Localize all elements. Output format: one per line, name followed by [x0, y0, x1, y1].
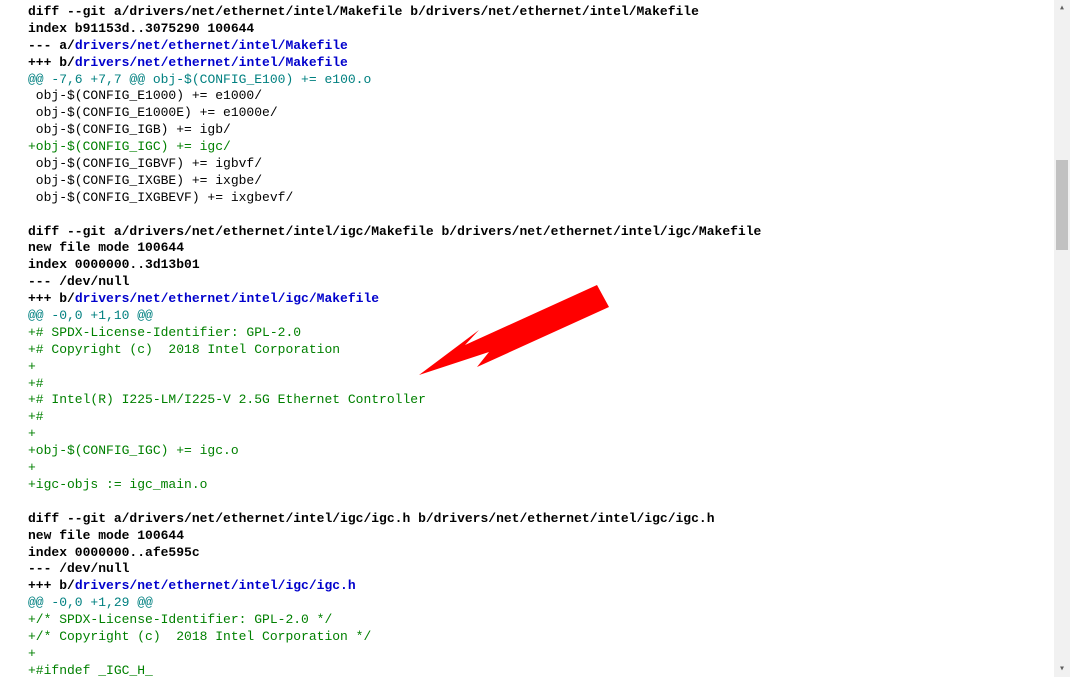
- diff-line: obj-$(CONFIG_E1000) += e1000/: [28, 88, 1070, 105]
- diff-line: obj-$(CONFIG_IGBVF) += igbvf/: [28, 156, 1070, 173]
- hunk-context: obj-$(CONFIG_E100) += e100.o: [145, 72, 371, 87]
- diff-line-prefix: +++ b/: [28, 55, 75, 70]
- diff-line: obj-$(CONFIG_IGB) += igb/: [28, 122, 1070, 139]
- scrollbar-track[interactable]: ▴ ▾: [1054, 0, 1070, 677]
- diff-line: diff --git a/drivers/net/ethernet/intel/…: [28, 4, 1070, 21]
- diff-line: +++ b/drivers/net/ethernet/intel/igc/Mak…: [28, 291, 1070, 308]
- diff-line: obj-$(CONFIG_IXGBE) += ixgbe/: [28, 173, 1070, 190]
- diff-line: @@ -7,6 +7,7 @@ obj-$(CONFIG_E100) += e1…: [28, 72, 1070, 89]
- scrollbar-arrow-down[interactable]: ▾: [1054, 661, 1070, 677]
- viewport: diff --git a/drivers/net/ethernet/intel/…: [0, 0, 1070, 677]
- section-gap: [28, 207, 1070, 224]
- diff-line: +obj-$(CONFIG_IGC) += igc.o: [28, 443, 1070, 460]
- diff-line: +# Copyright (c) 2018 Intel Corporation: [28, 342, 1070, 359]
- diff-line: +/* Copyright (c) 2018 Intel Corporation…: [28, 629, 1070, 646]
- diff-line-prefix: --- a/: [28, 38, 75, 53]
- diff-line: diff --git a/drivers/net/ethernet/intel/…: [28, 224, 1070, 241]
- diff-line: +/* SPDX-License-Identifier: GPL-2.0 */: [28, 612, 1070, 629]
- diff-line: +#ifndef _IGC_H_: [28, 663, 1070, 677]
- diff-line: +obj-$(CONFIG_IGC) += igc/: [28, 139, 1070, 156]
- scrollbar-arrow-up[interactable]: ▴: [1054, 0, 1070, 16]
- diff-line: --- /dev/null: [28, 561, 1070, 578]
- diff-line: index b91153d..3075290 100644: [28, 21, 1070, 38]
- diff-line: +#: [28, 376, 1070, 393]
- diff-line: +++ b/drivers/net/ethernet/intel/Makefil…: [28, 55, 1070, 72]
- diff-line: --- /dev/null: [28, 274, 1070, 291]
- diff-line: +#: [28, 409, 1070, 426]
- chevron-down-icon: ▾: [1059, 663, 1065, 676]
- diff-line: --- a/drivers/net/ethernet/intel/Makefil…: [28, 38, 1070, 55]
- diff-line: +: [28, 426, 1070, 443]
- diff-line: new file mode 100644: [28, 528, 1070, 545]
- diff-line: obj-$(CONFIG_E1000E) += e1000e/: [28, 105, 1070, 122]
- diff-line-prefix: +++ b/: [28, 291, 75, 306]
- diff-line: +igc-objs := igc_main.o: [28, 477, 1070, 494]
- file-path-link[interactable]: drivers/net/ethernet/intel/igc/Makefile: [75, 291, 379, 306]
- diff-line: index 0000000..3d13b01: [28, 257, 1070, 274]
- diff-line: +: [28, 359, 1070, 376]
- diff-line: index 0000000..afe595c: [28, 545, 1070, 562]
- diff-line: +# SPDX-License-Identifier: GPL-2.0: [28, 325, 1070, 342]
- file-path-link[interactable]: drivers/net/ethernet/intel/Makefile: [75, 55, 348, 70]
- file-path-link[interactable]: drivers/net/ethernet/intel/igc/igc.h: [75, 578, 356, 593]
- diff-line: diff --git a/drivers/net/ethernet/intel/…: [28, 511, 1070, 528]
- scrollbar-thumb[interactable]: [1056, 160, 1068, 250]
- diff-line: obj-$(CONFIG_IXGBEVF) += ixgbevf/: [28, 190, 1070, 207]
- diff-line: @@ -0,0 +1,10 @@: [28, 308, 1070, 325]
- section-gap: [28, 494, 1070, 511]
- chevron-up-icon: ▴: [1059, 2, 1065, 15]
- diff-line: +: [28, 646, 1070, 663]
- diff-line: new file mode 100644: [28, 240, 1070, 257]
- file-path-link[interactable]: drivers/net/ethernet/intel/Makefile: [75, 38, 348, 53]
- diff-line: +: [28, 460, 1070, 477]
- diff-line: +++ b/drivers/net/ethernet/intel/igc/igc…: [28, 578, 1070, 595]
- diff-line: +# Intel(R) I225-LM/I225-V 2.5G Ethernet…: [28, 392, 1070, 409]
- diff-content: diff --git a/drivers/net/ethernet/intel/…: [0, 0, 1070, 677]
- diff-line-prefix: +++ b/: [28, 578, 75, 593]
- diff-line: @@ -0,0 +1,29 @@: [28, 595, 1070, 612]
- hunk-header: @@ -7,6 +7,7 @@: [28, 72, 145, 87]
